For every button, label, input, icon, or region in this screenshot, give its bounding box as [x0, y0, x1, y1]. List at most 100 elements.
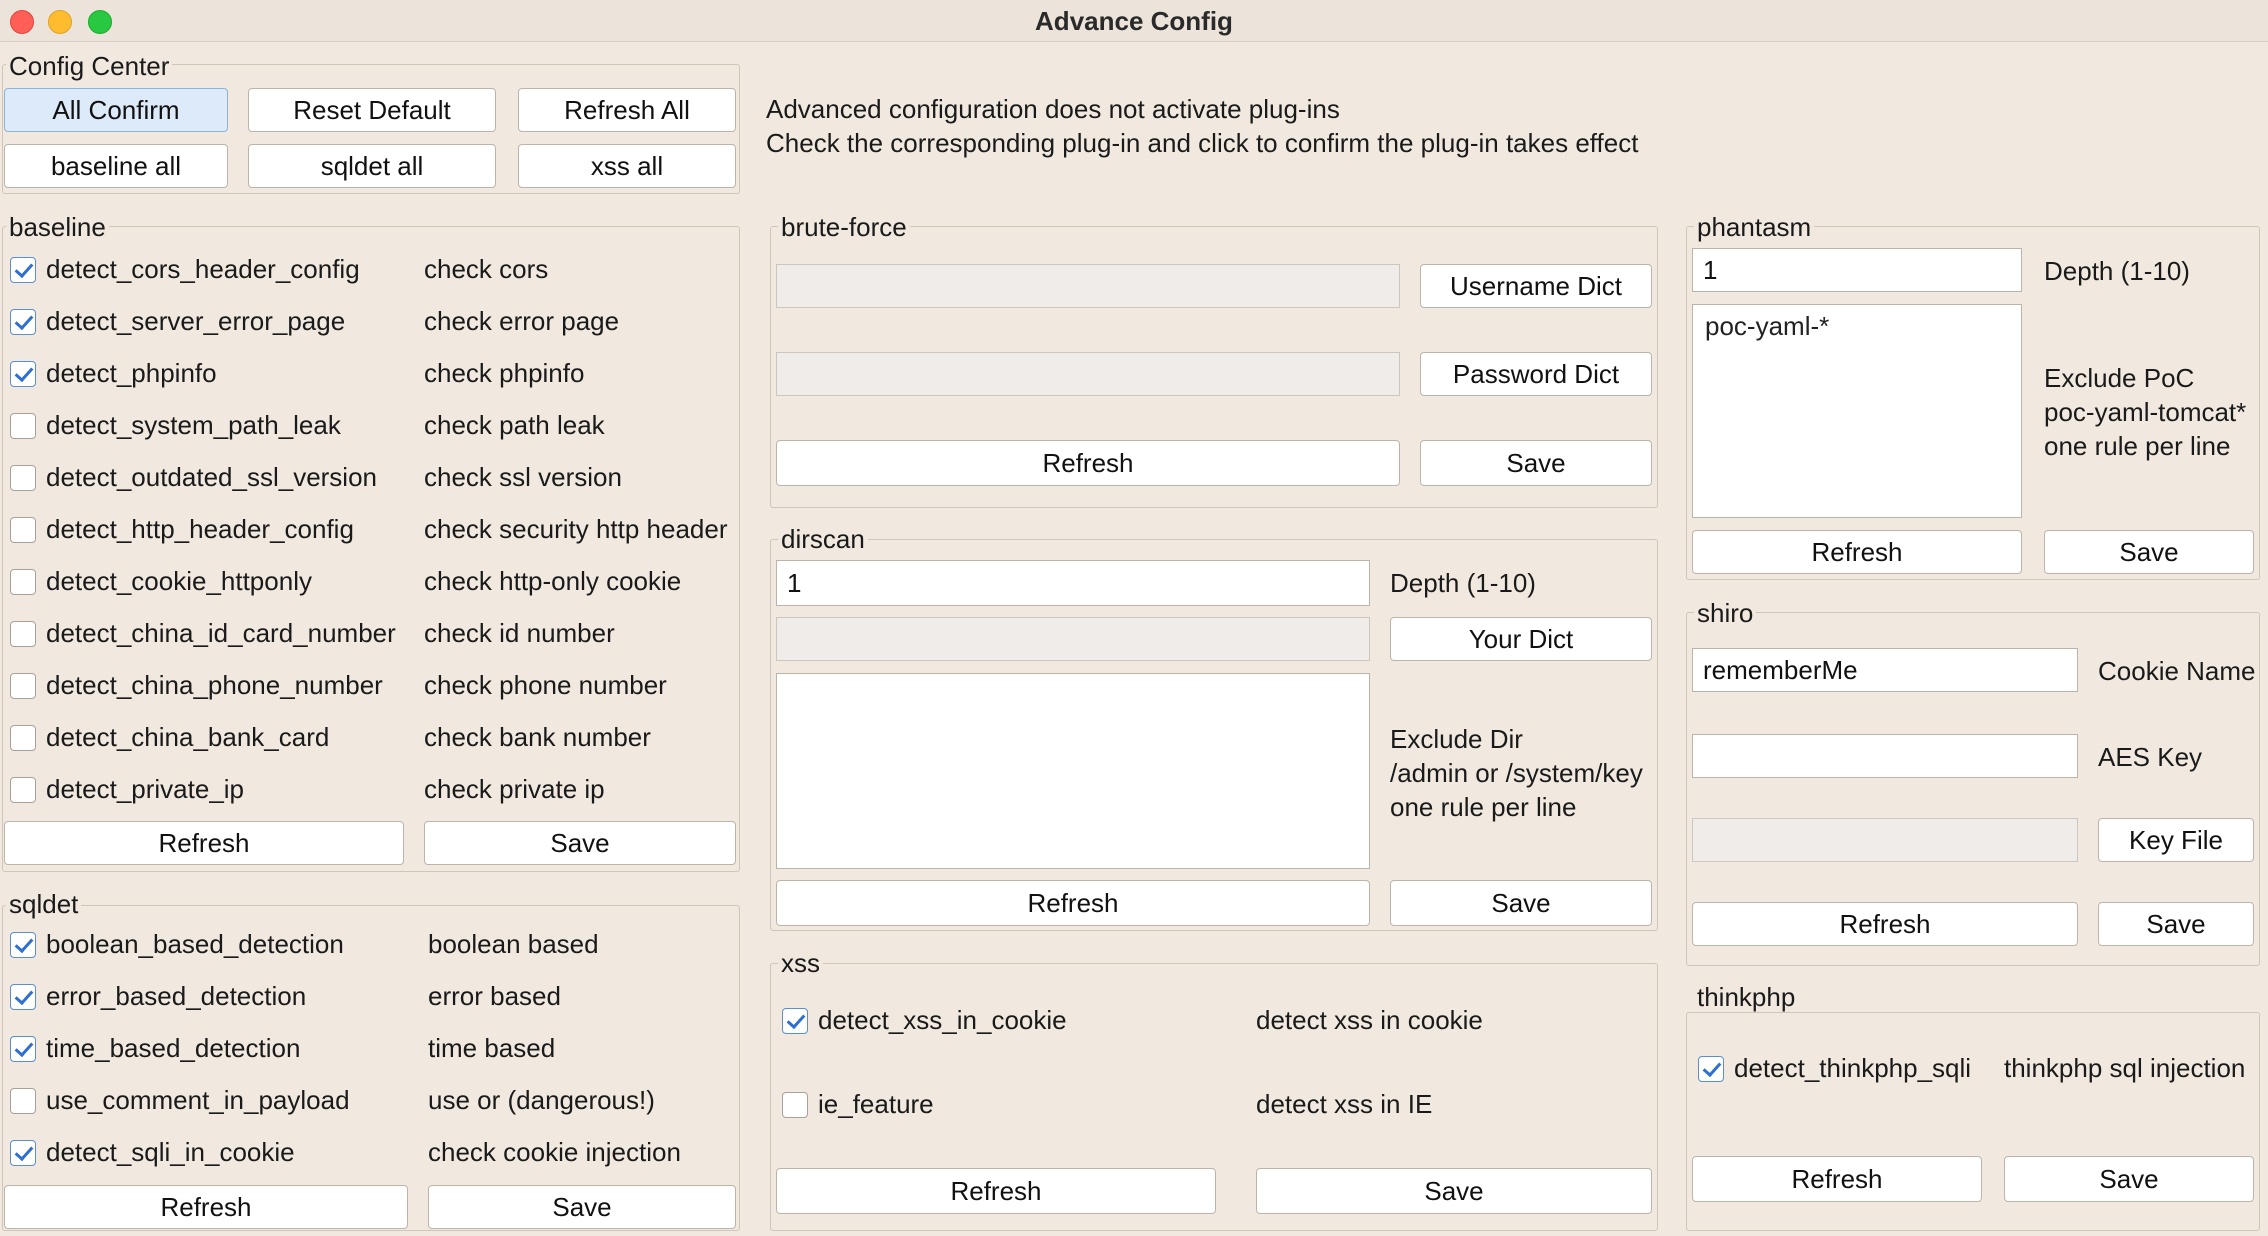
shiro-aes-key-input[interactable]	[1692, 734, 2078, 778]
phantasm-depth-input[interactable]	[1692, 248, 2022, 292]
sqldet-option-name[interactable]: time_based_detection	[46, 1031, 300, 1065]
xss-option-checkbox[interactable]	[782, 1092, 808, 1118]
info-line-2: Check the corresponding plug-in and clic…	[766, 128, 1639, 158]
thinkphp-option-checkbox[interactable]	[1698, 1056, 1724, 1082]
sqldet-option-name[interactable]: use_comment_in_payload	[46, 1083, 350, 1117]
sqldet-option-checkbox[interactable]	[10, 932, 36, 958]
sqldet-refresh-button[interactable]: Refresh	[4, 1185, 408, 1229]
phantasm-exclude-example: poc-yaml-tomcat*	[2044, 397, 2247, 427]
dirscan-refresh-button[interactable]: Refresh	[776, 880, 1370, 926]
shiro-cookie-name-label: Cookie Name	[2098, 656, 2256, 686]
xss-option-description: detect xss in cookie	[1256, 1005, 1483, 1035]
baseline-option-name[interactable]: detect_server_error_page	[46, 304, 345, 338]
thinkphp-option-name[interactable]: detect_thinkphp_sqli	[1734, 1051, 1971, 1085]
shiro-cookie-name-input[interactable]	[1692, 648, 2078, 692]
username-dict-button[interactable]: Username Dict	[1420, 264, 1652, 308]
sqldet-option-name[interactable]: detect_sqli_in_cookie	[46, 1135, 295, 1169]
phantasm-exclude-title: Exclude PoC	[2044, 363, 2195, 393]
shiro-save-button[interactable]: Save	[2098, 902, 2254, 946]
sqldet-option-checkbox[interactable]	[10, 1140, 36, 1166]
baseline-option-checkbox[interactable]	[10, 725, 36, 751]
shiro-key-file-path-field[interactable]	[1692, 818, 2078, 862]
phantasm-label: phantasm	[1694, 212, 1815, 242]
brute-force-refresh-button[interactable]: Refresh	[776, 440, 1400, 486]
thinkphp-refresh-button[interactable]: Refresh	[1692, 1156, 1982, 1202]
xss-option-name[interactable]: ie_feature	[818, 1087, 934, 1121]
all-confirm-button[interactable]: All Confirm	[4, 88, 228, 132]
baseline-option-checkbox[interactable]	[10, 621, 36, 647]
xss-refresh-button[interactable]: Refresh	[776, 1168, 1216, 1214]
dirscan-exclude-textarea[interactable]	[776, 673, 1370, 869]
phantasm-exclude-hint: one rule per line	[2044, 431, 2231, 461]
baseline-option-description: check private ip	[424, 774, 605, 804]
baseline-option-name[interactable]: detect_cookie_httponly	[46, 564, 312, 598]
shiro-key-file-button[interactable]: Key File	[2098, 818, 2254, 862]
baseline-all-button[interactable]: baseline all	[4, 144, 228, 188]
phantasm-depth-label: Depth (1-10)	[2044, 256, 2190, 286]
password-dict-path-field[interactable]	[776, 352, 1400, 396]
baseline-option-name[interactable]: detect_cors_header_config	[46, 252, 360, 286]
baseline-option-description: check security http header	[424, 514, 728, 544]
sqldet-option-name[interactable]: error_based_detection	[46, 979, 306, 1013]
baseline-option-checkbox[interactable]	[10, 309, 36, 335]
baseline-option-checkbox[interactable]	[10, 257, 36, 283]
xss-label: xss	[778, 948, 823, 978]
phantasm-exclude-textarea[interactable]: poc-yaml-*	[1692, 304, 2022, 518]
your-dict-button[interactable]: Your Dict	[1390, 617, 1652, 661]
password-dict-button[interactable]: Password Dict	[1420, 352, 1652, 396]
sqldet-option-checkbox[interactable]	[10, 1088, 36, 1114]
baseline-refresh-button[interactable]: Refresh	[4, 821, 404, 865]
baseline-option-name[interactable]: detect_system_path_leak	[46, 408, 341, 442]
baseline-option-name[interactable]: detect_china_phone_number	[46, 668, 383, 702]
dirscan-depth-label: Depth (1-10)	[1390, 568, 1536, 598]
xss-option-description: detect xss in IE	[1256, 1089, 1433, 1119]
reset-default-button[interactable]: Reset Default	[248, 88, 496, 132]
baseline-option-checkbox[interactable]	[10, 361, 36, 387]
sqldet-all-button[interactable]: sqldet all	[248, 144, 496, 188]
baseline-option-checkbox[interactable]	[10, 465, 36, 491]
baseline-option-checkbox[interactable]	[10, 413, 36, 439]
baseline-option-name[interactable]: detect_phpinfo	[46, 356, 217, 390]
xss-option-name[interactable]: detect_xss_in_cookie	[818, 1003, 1067, 1037]
brute-force-save-button[interactable]: Save	[1420, 440, 1652, 486]
baseline-option-name[interactable]: detect_outdated_ssl_version	[46, 460, 377, 494]
xss-all-button[interactable]: xss all	[518, 144, 736, 188]
dirscan-save-button[interactable]: Save	[1390, 880, 1652, 926]
dirscan-exclude-hint: one rule per line	[1390, 792, 1577, 822]
thinkphp-label: thinkphp	[1694, 982, 1799, 1012]
baseline-option-name[interactable]: detect_http_header_config	[46, 512, 354, 546]
baseline-option-name[interactable]: detect_china_id_card_number	[46, 616, 396, 650]
baseline-option-name[interactable]: detect_china_bank_card	[46, 720, 329, 754]
sqldet-save-button[interactable]: Save	[428, 1185, 736, 1229]
info-line-1: Advanced configuration does not activate…	[766, 94, 1340, 124]
refresh-all-button[interactable]: Refresh All	[518, 88, 736, 132]
phantasm-save-button[interactable]: Save	[2044, 530, 2254, 574]
baseline-option-description: check bank number	[424, 722, 651, 752]
baseline-option-checkbox[interactable]	[10, 569, 36, 595]
thinkphp-save-button[interactable]: Save	[2004, 1156, 2254, 1202]
baseline-save-button[interactable]: Save	[424, 821, 736, 865]
username-dict-path-field[interactable]	[776, 264, 1400, 308]
phantasm-refresh-button[interactable]: Refresh	[1692, 530, 2022, 574]
baseline-option-checkbox[interactable]	[10, 777, 36, 803]
dirscan-exclude-example: /admin or /system/key	[1390, 758, 1643, 788]
sqldet-option-checkbox[interactable]	[10, 984, 36, 1010]
baseline-option-checkbox[interactable]	[10, 517, 36, 543]
shiro-aes-key-label: AES Key	[2098, 742, 2203, 772]
dirscan-exclude-title: Exclude Dir	[1390, 724, 1523, 754]
baseline-option-checkbox[interactable]	[10, 673, 36, 699]
shiro-refresh-button[interactable]: Refresh	[1692, 902, 2078, 946]
xss-save-button[interactable]: Save	[1256, 1168, 1652, 1214]
baseline-option-name[interactable]: detect_private_ip	[46, 772, 244, 806]
title-bar: Advance Config	[0, 0, 2268, 42]
xss-option-checkbox[interactable]	[782, 1008, 808, 1034]
baseline-option-description: check http-only cookie	[424, 566, 682, 596]
dirscan-depth-input[interactable]	[776, 560, 1370, 606]
baseline-label: baseline	[6, 212, 109, 242]
sqldet-option-checkbox[interactable]	[10, 1036, 36, 1062]
sqldet-option-description: error based	[428, 981, 561, 1011]
thinkphp-option-description: thinkphp sql injection	[2004, 1053, 2246, 1083]
shiro-label: shiro	[1694, 598, 1757, 628]
dirscan-dict-path-field[interactable]	[776, 617, 1370, 661]
sqldet-option-name[interactable]: boolean_based_detection	[46, 927, 344, 961]
